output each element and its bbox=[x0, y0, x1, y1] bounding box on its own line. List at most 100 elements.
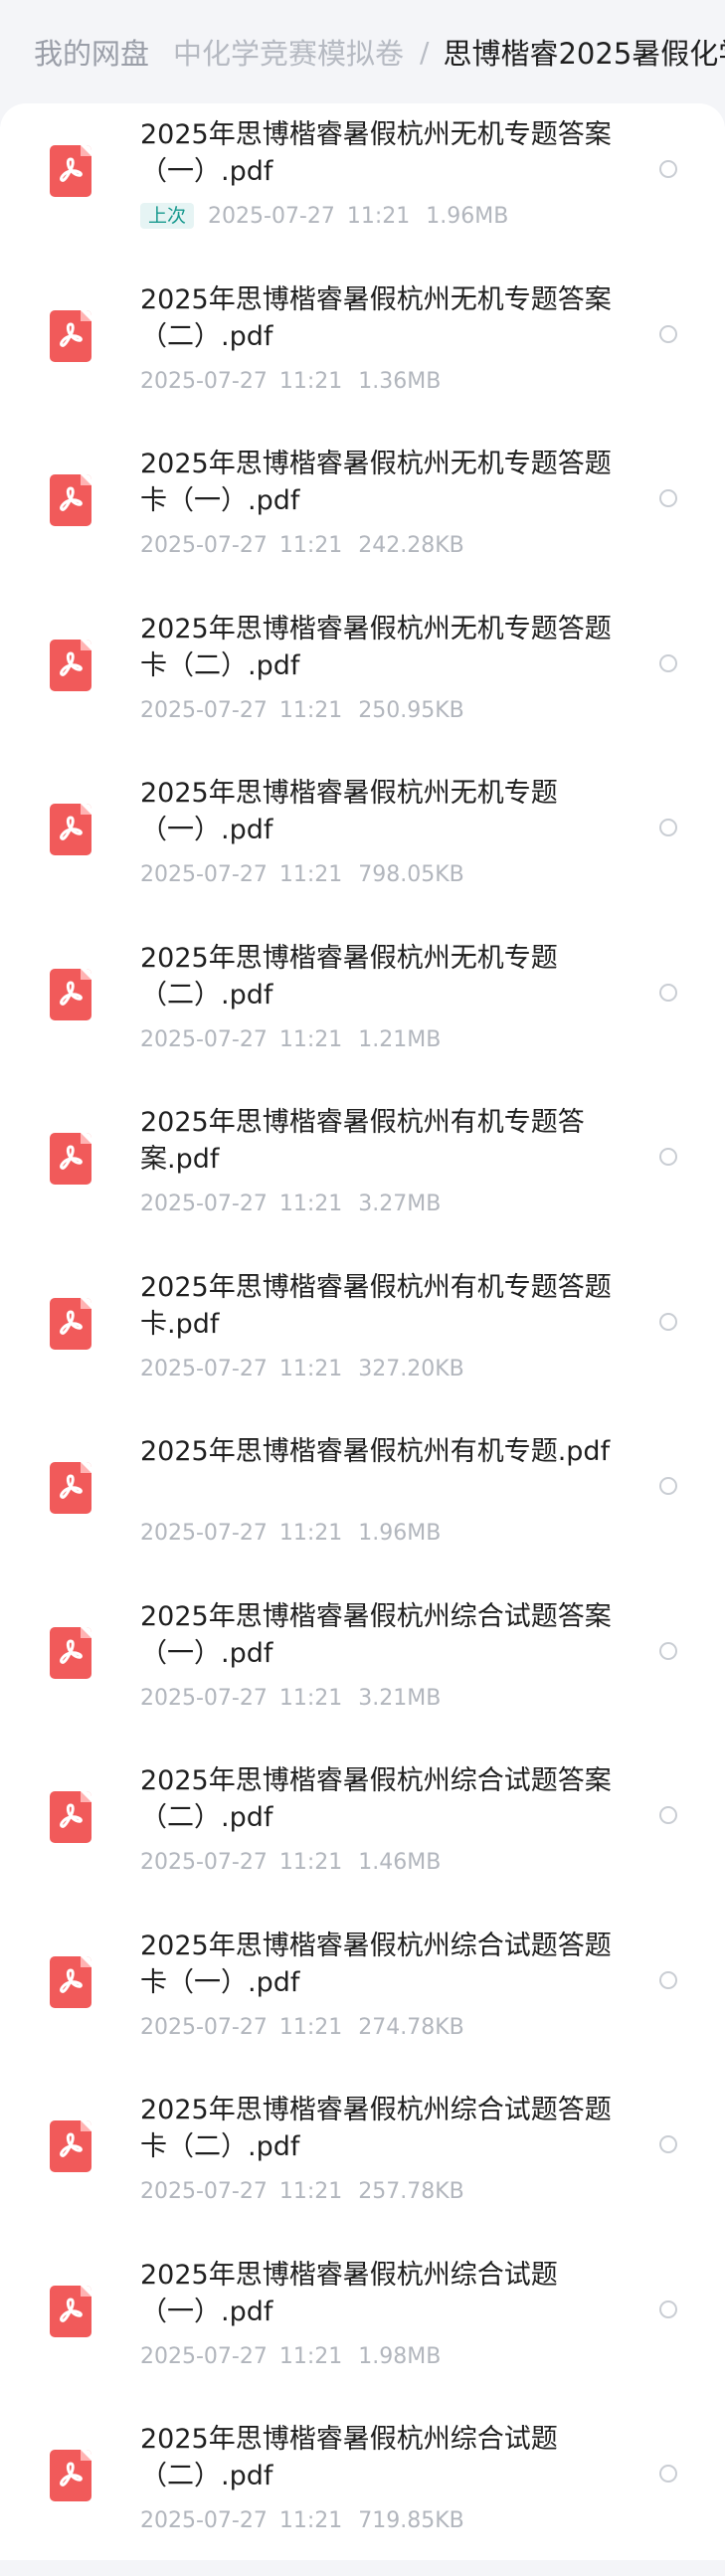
file-row[interactable]: 2025年思博楷睿暑假杭州综合试题（二）.pdf 2025-07-27 11:21 7… bbox=[0, 2412, 725, 2576]
file-name: 2025年思博楷睿暑假杭州无机专题（一）.pdf bbox=[140, 778, 558, 845]
file-row[interactable]: 2025年思博楷睿暑假杭州无机专题答题卡（二）.pdf 2025-07-27 11:… bbox=[0, 602, 725, 766]
file-size: 1.96MB bbox=[426, 203, 509, 229]
file-name: 2025年思博楷睿暑假杭州无机专题答案（二）.pdf bbox=[140, 284, 612, 352]
file-size: 242.28KB bbox=[358, 532, 464, 558]
file-time: 11:21 bbox=[278, 2507, 343, 2533]
file-meta: 2025-07-27 11:21 719.85KB bbox=[140, 2506, 464, 2534]
file-row[interactable]: 2025年思博楷睿暑假杭州有机专题.pdf 2025-07-27 11:21 1.96… bbox=[0, 1424, 725, 1588]
file-time: 11:21 bbox=[278, 1849, 343, 1875]
file-time: 11:21 bbox=[278, 1026, 343, 1052]
file-time: 11:21 bbox=[278, 2178, 343, 2204]
file-size: 719.85KB bbox=[358, 2507, 464, 2533]
file-row[interactable]: 2025年思博楷睿暑假杭州无机专题答案（一）.pdf 上次 2025-07-27 11… bbox=[0, 107, 725, 272]
file-time: 11:21 bbox=[278, 368, 343, 394]
pdf-file-icon bbox=[50, 1298, 91, 1350]
file-row[interactable]: 2025年思博楷睿暑假杭州综合试题答题卡（二）.pdf 2025-07-27 11:… bbox=[0, 2083, 725, 2247]
file-size: 1.21MB bbox=[358, 1026, 442, 1052]
file-date: 2025-07-27 bbox=[140, 1520, 268, 1546]
select-radio-icon[interactable] bbox=[659, 1806, 677, 1824]
file-size: 1.46MB bbox=[358, 1849, 442, 1875]
breadcrumb: 我的网盘 中化学竞赛模拟卷 / 思博楷睿2025暑假化学杭州 bbox=[0, 0, 725, 103]
pdf-file-icon bbox=[50, 2120, 91, 2172]
pdf-file-icon bbox=[50, 1462, 91, 1514]
file-size: 274.78KB bbox=[358, 2014, 464, 2040]
breadcrumb-separator: / bbox=[420, 35, 430, 69]
select-radio-icon[interactable] bbox=[659, 1313, 677, 1331]
pdf-file-icon bbox=[50, 640, 91, 691]
file-date: 2025-07-27 bbox=[140, 1685, 268, 1711]
select-radio-icon[interactable] bbox=[659, 489, 677, 507]
select-radio-icon[interactable] bbox=[659, 2300, 677, 2318]
file-time: 11:21 bbox=[346, 203, 411, 229]
pdf-file-icon bbox=[50, 2450, 91, 2501]
select-radio-icon[interactable] bbox=[659, 984, 677, 1002]
pdf-file-icon bbox=[50, 1133, 91, 1185]
file-time: 11:21 bbox=[278, 1520, 343, 1546]
file-name: 2025年思博楷睿暑假杭州综合试题答案（二）.pdf bbox=[140, 1765, 612, 1833]
file-meta: 2025-07-27 11:21 798.05KB bbox=[140, 860, 464, 888]
file-name: 2025年思博楷睿暑假杭州综合试题（一）.pdf bbox=[140, 2260, 558, 2327]
file-date: 2025-07-27 bbox=[140, 1191, 268, 1216]
file-row[interactable]: 2025年思博楷睿暑假杭州无机专题答题卡（一）.pdf 2025-07-27 11:… bbox=[0, 437, 725, 601]
file-name: 2025年思博楷睿暑假杭州无机专题答题卡（一）.pdf bbox=[140, 449, 612, 516]
select-radio-icon[interactable] bbox=[659, 819, 677, 836]
file-meta: 2025-07-27 11:21 250.95KB bbox=[140, 696, 464, 724]
file-meta: 2025-07-27 11:21 1.46MB bbox=[140, 1848, 441, 1876]
file-row[interactable]: 2025年思博楷睿暑假杭州有机专题答题卡.pdf 2025-07-27 11:21 3… bbox=[0, 1260, 725, 1424]
file-date: 2025-07-27 bbox=[208, 203, 335, 229]
select-radio-icon[interactable] bbox=[659, 1148, 677, 1166]
file-time: 11:21 bbox=[278, 1191, 343, 1216]
file-time: 11:21 bbox=[278, 1685, 343, 1711]
file-row[interactable]: 2025年思博楷睿暑假杭州无机专题（一）.pdf 2025-07-27 11:21 7… bbox=[0, 766, 725, 930]
breadcrumb-item-folder[interactable]: 中化学竞赛模拟卷 bbox=[173, 31, 404, 73]
file-meta: 2025-07-27 11:21 3.27MB bbox=[140, 1190, 441, 1217]
file-name: 2025年思博楷睿暑假杭州无机专题（二）.pdf bbox=[140, 943, 558, 1011]
select-radio-icon[interactable] bbox=[659, 1477, 677, 1495]
file-row[interactable]: 2025年思博楷睿暑假杭州无机专题（二）.pdf 2025-07-27 11:21 1… bbox=[0, 931, 725, 1095]
file-time: 11:21 bbox=[278, 532, 343, 558]
file-meta: 2025-07-27 11:21 257.78KB bbox=[140, 2177, 464, 2205]
file-row[interactable]: 2025年思博楷睿暑假杭州有机专题答案.pdf 2025-07-27 11:21 3.… bbox=[0, 1095, 725, 1259]
file-row[interactable]: 2025年思博楷睿暑假杭州综合试题（一）.pdf 2025-07-27 11:21 1… bbox=[0, 2248, 725, 2412]
file-name: 2025年思博楷睿暑假杭州无机专题答案（一）.pdf bbox=[140, 119, 612, 187]
file-date: 2025-07-27 bbox=[140, 2178, 268, 2204]
file-date: 2025-07-27 bbox=[140, 1356, 268, 1381]
select-radio-icon[interactable] bbox=[659, 654, 677, 672]
file-size: 3.27MB bbox=[358, 1191, 442, 1216]
file-name: 2025年思博楷睿暑假杭州综合试题（二）.pdf bbox=[140, 2424, 558, 2491]
pdf-file-icon bbox=[50, 310, 91, 362]
file-date: 2025-07-27 bbox=[140, 368, 268, 394]
select-radio-icon[interactable] bbox=[659, 1642, 677, 1660]
file-name: 2025年思博楷睿暑假杭州有机专题答题卡.pdf bbox=[140, 1272, 612, 1340]
file-size: 1.36MB bbox=[358, 368, 442, 394]
file-row[interactable]: 2025年思博楷睿暑假杭州综合试题答题卡（一）.pdf 2025-07-27 11:… bbox=[0, 1919, 725, 2083]
file-meta: 2025-07-27 11:21 274.78KB bbox=[140, 2013, 464, 2041]
file-name: 2025年思博楷睿暑假杭州综合试题答题卡（二）.pdf bbox=[140, 2095, 612, 2162]
select-radio-icon[interactable] bbox=[659, 1971, 677, 1989]
file-date: 2025-07-27 bbox=[140, 532, 268, 558]
pdf-file-icon bbox=[50, 1956, 91, 2008]
file-name: 2025年思博楷睿暑假杭州综合试题答题卡（一）.pdf bbox=[140, 1931, 612, 1998]
file-name: 2025年思博楷睿暑假杭州综合试题答案（一）.pdf bbox=[140, 1601, 612, 1669]
file-row[interactable]: 2025年思博楷睿暑假杭州综合试题答案（二）.pdf 2025-07-27 11:2… bbox=[0, 1753, 725, 1918]
select-radio-icon[interactable] bbox=[659, 2465, 677, 2483]
file-date: 2025-07-27 bbox=[140, 1849, 268, 1875]
file-name: 2025年思博楷睿暑假杭州有机专题答案.pdf bbox=[140, 1107, 585, 1175]
file-time: 11:21 bbox=[278, 1356, 343, 1381]
file-date: 2025-07-27 bbox=[140, 2507, 268, 2533]
select-radio-icon[interactable] bbox=[659, 2135, 677, 2153]
select-radio-icon[interactable] bbox=[659, 160, 677, 178]
pdf-file-icon bbox=[50, 145, 91, 197]
breadcrumb-item-current: 思博楷睿2025暑假化学杭州 bbox=[443, 37, 725, 71]
pdf-file-icon bbox=[50, 804, 91, 855]
file-row[interactable]: 2025年思博楷睿暑假杭州无机专题答案（二）.pdf 2025-07-27 11:2… bbox=[0, 273, 725, 437]
pdf-file-icon bbox=[50, 1791, 91, 1843]
file-size: 1.98MB bbox=[358, 2343, 442, 2369]
file-date: 2025-07-27 bbox=[140, 2343, 268, 2369]
select-radio-icon[interactable] bbox=[659, 325, 677, 343]
file-row[interactable]: 2025年思博楷睿暑假杭州综合试题答案（一）.pdf 2025-07-27 11:2… bbox=[0, 1589, 725, 1753]
breadcrumb-item-root[interactable]: 我的网盘 bbox=[34, 31, 149, 73]
file-time: 11:21 bbox=[278, 2343, 343, 2369]
file-size: 3.21MB bbox=[358, 1685, 442, 1711]
pdf-file-icon bbox=[50, 2286, 91, 2337]
